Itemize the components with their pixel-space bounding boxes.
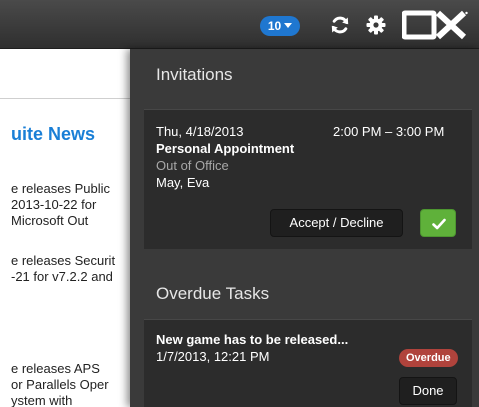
accept-button[interactable]	[420, 209, 456, 237]
news-line[interactable]: e releases APS	[11, 361, 100, 376]
invitation-card[interactable]: Thu, 4/18/2013 2:00 PM – 3:00 PM Persona…	[144, 109, 472, 249]
notification-count: 10	[267, 19, 282, 33]
news-line[interactable]: or Parallels Oper	[11, 377, 109, 392]
overdue-tasks-title: Overdue Tasks	[156, 284, 270, 303]
overdue-status-badge: Overdue	[399, 349, 458, 367]
task-title: New game has to be released...	[156, 332, 349, 347]
news-line[interactable]: -21 for v7.2.2 and	[11, 269, 113, 284]
invitation-date: Thu, 4/18/2013	[156, 124, 244, 139]
invitation-time: 2:00 PM – 3:00 PM	[333, 124, 445, 139]
task-due-date: 1/7/2013, 12:21 PM	[156, 349, 270, 364]
news-line[interactable]: Microsoft Out	[11, 213, 88, 228]
accept-decline-button[interactable]: Accept / Decline	[270, 209, 403, 237]
news-line[interactable]: 2013-10-22 for	[11, 197, 96, 212]
invitation-shown-as: Out of Office	[156, 158, 229, 173]
refresh-icon[interactable]	[328, 13, 352, 37]
news-line[interactable]: e releases Securit	[11, 253, 115, 268]
invitation-organizer: May, Eva	[156, 175, 210, 190]
invitation-subject: Personal Appointment	[156, 141, 295, 156]
done-button[interactable]: Done	[399, 377, 457, 405]
news-line[interactable]: ystem with	[11, 393, 72, 407]
background-page: uite News e releases Public 2013-10-22 f…	[0, 49, 135, 407]
news-title: uite News	[11, 124, 96, 144]
gear-icon[interactable]	[364, 13, 388, 37]
news-line[interactable]: e releases Public	[11, 181, 110, 196]
ox-logo	[402, 10, 468, 40]
overdue-task-card[interactable]: New game has to be released... 1/7/2013,…	[144, 319, 472, 407]
notifications-panel: Invitations Thu, 4/18/2013 2:00 PM – 3:0…	[130, 49, 479, 407]
top-bar: 10	[0, 0, 479, 49]
background-header	[0, 49, 135, 99]
app-frame: 10 uite News e releases Public 2013-10-2…	[0, 0, 479, 407]
checkmark-icon	[432, 218, 446, 230]
caret-down-icon	[284, 23, 293, 29]
invitations-title: Invitations	[156, 65, 233, 84]
notification-badge[interactable]: 10	[260, 16, 300, 36]
